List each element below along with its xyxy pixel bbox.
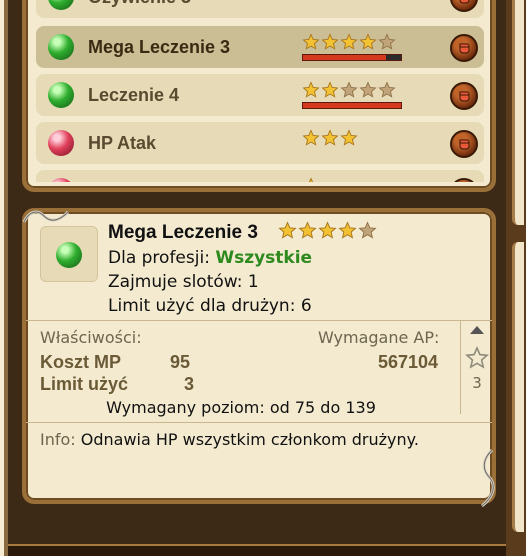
skill-rating-stars <box>302 129 359 147</box>
required-ap-label: Wymagane AP: <box>318 328 440 347</box>
skill-name: Mega Leczenie 3 <box>88 37 231 57</box>
info-text: Odnawia HP wszystkim członkom drużyny. <box>80 430 419 449</box>
green-orb-icon <box>48 82 74 108</box>
team-limit-text: Limit użyć dla drużyn: 6 <box>108 296 312 316</box>
mp-cost-value: 95 <box>170 352 191 372</box>
skill-detail-name: Mega Leczenie 3 <box>108 222 258 243</box>
side-scroll-column: 3 <box>460 320 492 414</box>
skill-rating-stars <box>302 177 321 182</box>
divider <box>26 422 492 423</box>
skill-list[interactable]: Ożywienie 3 Mega Leczenie 3 Leczenie 4 HP A… <box>36 0 484 182</box>
use-limit-value: 3 <box>184 374 195 394</box>
gold-star-icon <box>321 129 339 146</box>
skill-action-button[interactable] <box>450 0 478 12</box>
skill-progress-bar <box>302 54 402 61</box>
skill-name: Leczenie 4 <box>88 85 180 105</box>
profession-value: Wszystkie <box>215 248 313 268</box>
skill-detail-panel: Mega Leczenie 3 Dla profesji: Wszystkie … <box>22 208 496 504</box>
skill-progress-fill <box>303 103 401 108</box>
skill-progress-bar <box>302 102 402 109</box>
chain-ornament-icon <box>22 210 70 223</box>
properties-label: Właściwości: <box>40 328 142 347</box>
skill-rating-stars <box>302 81 397 99</box>
red-orb-icon <box>48 130 74 156</box>
gold-star-icon <box>340 0 358 1</box>
skill-action-button[interactable] <box>450 130 478 158</box>
gold-star-icon <box>298 221 317 239</box>
profession-label: Dla profesji: <box>108 248 210 268</box>
gold-star-icon <box>308 177 314 182</box>
gold-star-icon <box>378 0 396 1</box>
skill-rating-stars <box>278 221 378 240</box>
gold-star-icon <box>340 33 358 50</box>
gold-star-icon <box>338 221 357 239</box>
gold-star-icon <box>318 221 337 239</box>
required-level-text: Wymagany poziom: od 75 do 139 <box>106 398 376 417</box>
scroll-up-arrow-icon[interactable] <box>470 326 484 334</box>
use-limit-label: Limit użyć <box>40 374 129 394</box>
gold-star-icon <box>321 33 339 50</box>
info-line: Info: Odnawia HP wszystkim członkom druż… <box>40 430 419 449</box>
skill-list-panel: Ożywienie 3 Mega Leczenie 3 Leczenie 4 HP A… <box>22 0 496 192</box>
green-orb-icon <box>48 34 74 60</box>
left-frame-edge <box>0 0 8 556</box>
empty-star-icon <box>378 33 396 50</box>
gold-star-icon <box>359 0 377 1</box>
skill-name: HP Atak <box>88 133 157 153</box>
skill-name: Ożywienie 3 <box>88 0 191 8</box>
right-panel-strip <box>512 242 524 532</box>
skill-list-row[interactable]: HP Atak <box>36 122 484 164</box>
slots-text: Zajmuje slotów: 1 <box>108 272 259 292</box>
empty-star-icon <box>359 81 377 98</box>
chain-ornament-icon <box>481 448 495 508</box>
fist-icon <box>459 91 470 102</box>
gold-star-icon <box>302 81 320 98</box>
gold-star-icon <box>302 129 320 146</box>
skill-action-button[interactable] <box>450 34 478 62</box>
skill-list-row[interactable]: Mega Leczenie 3 <box>36 26 484 68</box>
empty-star-icon <box>358 221 377 239</box>
gold-star-icon <box>302 0 320 1</box>
skill-action-button[interactable] <box>450 82 478 110</box>
divider <box>26 320 492 321</box>
mp-cost-label: Koszt MP <box>40 352 121 372</box>
info-label: Info: <box>40 430 76 449</box>
fist-icon <box>459 0 470 4</box>
skill-icon-frame <box>40 226 98 282</box>
skill-list-row[interactable]: Leczenie 4 <box>36 74 484 116</box>
skill-list-row[interactable]: Ożywienie 3 <box>36 0 484 18</box>
gold-star-icon <box>359 33 377 50</box>
green-orb-icon <box>48 0 74 10</box>
right-frame-edge <box>506 0 526 556</box>
skill-action-button[interactable] <box>450 178 478 182</box>
gold-star-icon <box>302 33 320 50</box>
right-panel-strip <box>512 0 524 225</box>
skill-rating-stars <box>302 33 397 51</box>
fist-icon <box>459 139 470 150</box>
green-orb-icon <box>56 242 82 268</box>
fist-icon <box>459 43 470 54</box>
skill-rating-stars <box>302 0 397 1</box>
gold-star-icon <box>321 0 339 1</box>
empty-star-icon <box>378 81 396 98</box>
gold-star-icon <box>340 129 358 146</box>
skill-progress-fill <box>303 55 387 60</box>
required-ap-value: 567104 <box>378 352 439 372</box>
empty-star-icon <box>340 81 358 98</box>
gold-star-icon <box>278 221 297 239</box>
outline-star-icon <box>465 346 489 374</box>
side-star-count: 3 <box>472 374 482 392</box>
bottom-frame-edge <box>8 544 506 556</box>
profession-line: Dla profesji: Wszystkie <box>108 248 312 268</box>
skill-list-row[interactable] <box>36 170 484 182</box>
gold-star-icon <box>321 81 339 98</box>
red-orb-icon <box>48 178 74 182</box>
